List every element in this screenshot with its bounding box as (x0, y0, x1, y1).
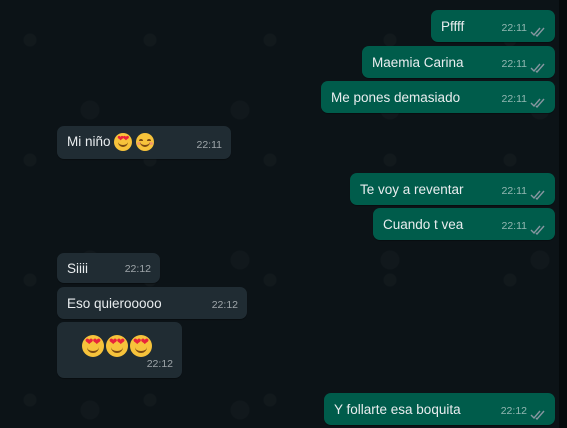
message-bubble-incoming[interactable]: Mi niño 22:11 (57, 126, 231, 159)
message-time: 22:12 (124, 263, 151, 275)
read-ticks-icon (530, 410, 545, 420)
window-edge (559, 0, 567, 428)
message-bubble-incoming[interactable]: 22:12 (57, 322, 182, 378)
message-time: 22:12 (500, 405, 527, 417)
message-text: Eso quierooooo (67, 296, 162, 311)
message-text: Pffff (441, 19, 465, 34)
read-ticks-icon (530, 190, 545, 200)
message-text: Siiii (67, 261, 89, 276)
message-time: 22:11 (501, 93, 528, 105)
message-bubble-incoming[interactable]: Siiii 22:12 (57, 253, 160, 283)
chat-background: Pffff 22:11 Maemia Carina 22:11 Me pones… (0, 0, 567, 428)
message-bubble-outgoing[interactable]: Cuando t vea 22:11 (373, 208, 555, 240)
message-bubble-outgoing[interactable]: Me pones demasiado 22:11 (321, 81, 555, 113)
message-bubble-incoming[interactable]: Eso quierooooo 22:12 (57, 287, 247, 319)
message-time: 22:12 (211, 299, 238, 311)
read-ticks-icon (530, 98, 545, 108)
read-ticks-icon (530, 225, 545, 235)
smiling-face-emoji-icon (136, 133, 155, 152)
read-ticks-icon (530, 27, 545, 37)
heart-eyes-emoji-icon (130, 335, 152, 357)
message-time: 22:11 (501, 220, 528, 232)
heart-eyes-emoji-icon (114, 133, 133, 152)
emoji-row (81, 335, 153, 357)
message-bubble-outgoing[interactable]: Maemia Carina 22:11 (362, 46, 555, 78)
heart-eyes-emoji-icon (82, 335, 104, 357)
message-time: 22:11 (196, 139, 223, 151)
message-text: Me pones demasiado (331, 90, 461, 105)
message-time: 22:11 (501, 58, 528, 70)
message-bubble-outgoing[interactable]: Te voy a reventar 22:11 (350, 173, 555, 205)
message-text: Cuando t vea (383, 217, 464, 232)
message-text: Te voy a reventar (360, 182, 464, 197)
message-text: Mi niño (67, 133, 155, 152)
message-text: Y follarte esa boquita (334, 402, 461, 417)
message-text: Maemia Carina (372, 55, 464, 70)
message-bubble-outgoing[interactable]: Pffff 22:11 (431, 10, 555, 42)
message-time: 22:11 (501, 185, 528, 197)
message-text-content: Mi niño (67, 134, 111, 149)
message-time: 22:12 (146, 358, 173, 370)
message-time: 22:11 (501, 22, 528, 34)
read-ticks-icon (530, 63, 545, 73)
heart-eyes-emoji-icon (106, 335, 128, 357)
message-bubble-outgoing[interactable]: Y follarte esa boquita 22:12 (324, 393, 555, 425)
